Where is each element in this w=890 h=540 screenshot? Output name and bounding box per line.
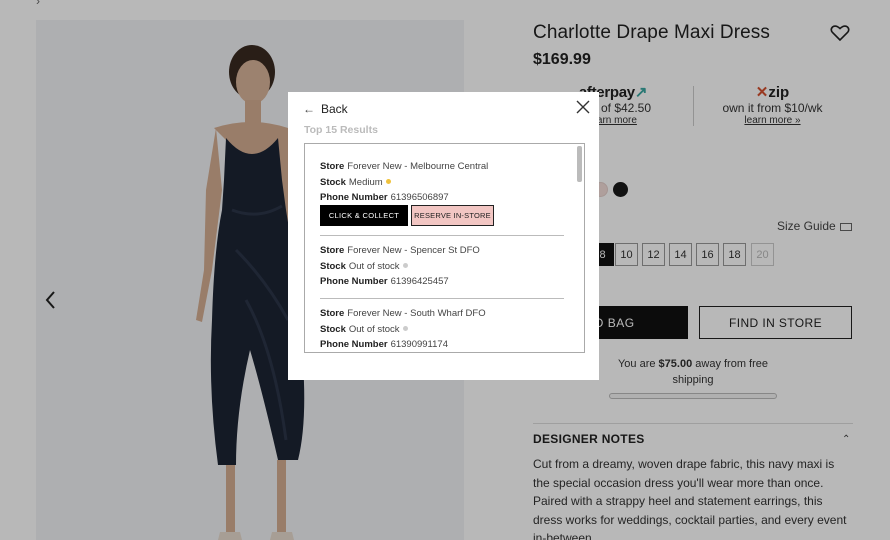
arrow-left-icon: ← bbox=[303, 102, 315, 116]
stock-indicator bbox=[402, 263, 408, 269]
store-result: Store Forever New - Melbourne Central Sto… bbox=[320, 161, 489, 203]
stock-status: Out of stock bbox=[348, 323, 400, 335]
stock-status: Out of stock bbox=[348, 260, 400, 272]
scrollbar-thumb[interactable] bbox=[577, 146, 582, 182]
store-results-list[interactable]: Store Forever New - Melbourne Central Sto… bbox=[304, 143, 585, 353]
store-result: Store Forever New - Spencer St DFO Stock O… bbox=[320, 245, 480, 287]
stock-indicator bbox=[402, 326, 408, 332]
store-result: Store Forever New - South Wharf DFO Stock… bbox=[320, 308, 486, 350]
phone-number: 61390991174 bbox=[390, 339, 448, 350]
stock-status: Medium bbox=[348, 176, 383, 188]
phone-number: 61396506897 bbox=[390, 192, 449, 203]
results-heading: Top 15 Results bbox=[304, 124, 378, 136]
find-in-store-modal: ← Back Top 15 Results Store Forever New - … bbox=[288, 92, 599, 380]
store-name: Forever New - Melbourne Central bbox=[347, 161, 489, 172]
store-name: Forever New - South Wharf DFO bbox=[347, 308, 486, 319]
result-divider bbox=[320, 235, 564, 236]
phone-number: 61396425457 bbox=[390, 276, 449, 287]
reserve-in-store-button[interactable]: RESERVE IN-STORE bbox=[411, 205, 494, 226]
stock-indicator bbox=[385, 179, 391, 185]
store-name: Forever New - Spencer St DFO bbox=[347, 245, 480, 256]
back-button[interactable]: ← Back bbox=[303, 102, 348, 116]
result-divider bbox=[320, 298, 564, 299]
click-collect-button[interactable]: CLICK & COLLECT bbox=[320, 205, 408, 226]
close-icon[interactable] bbox=[576, 100, 590, 114]
